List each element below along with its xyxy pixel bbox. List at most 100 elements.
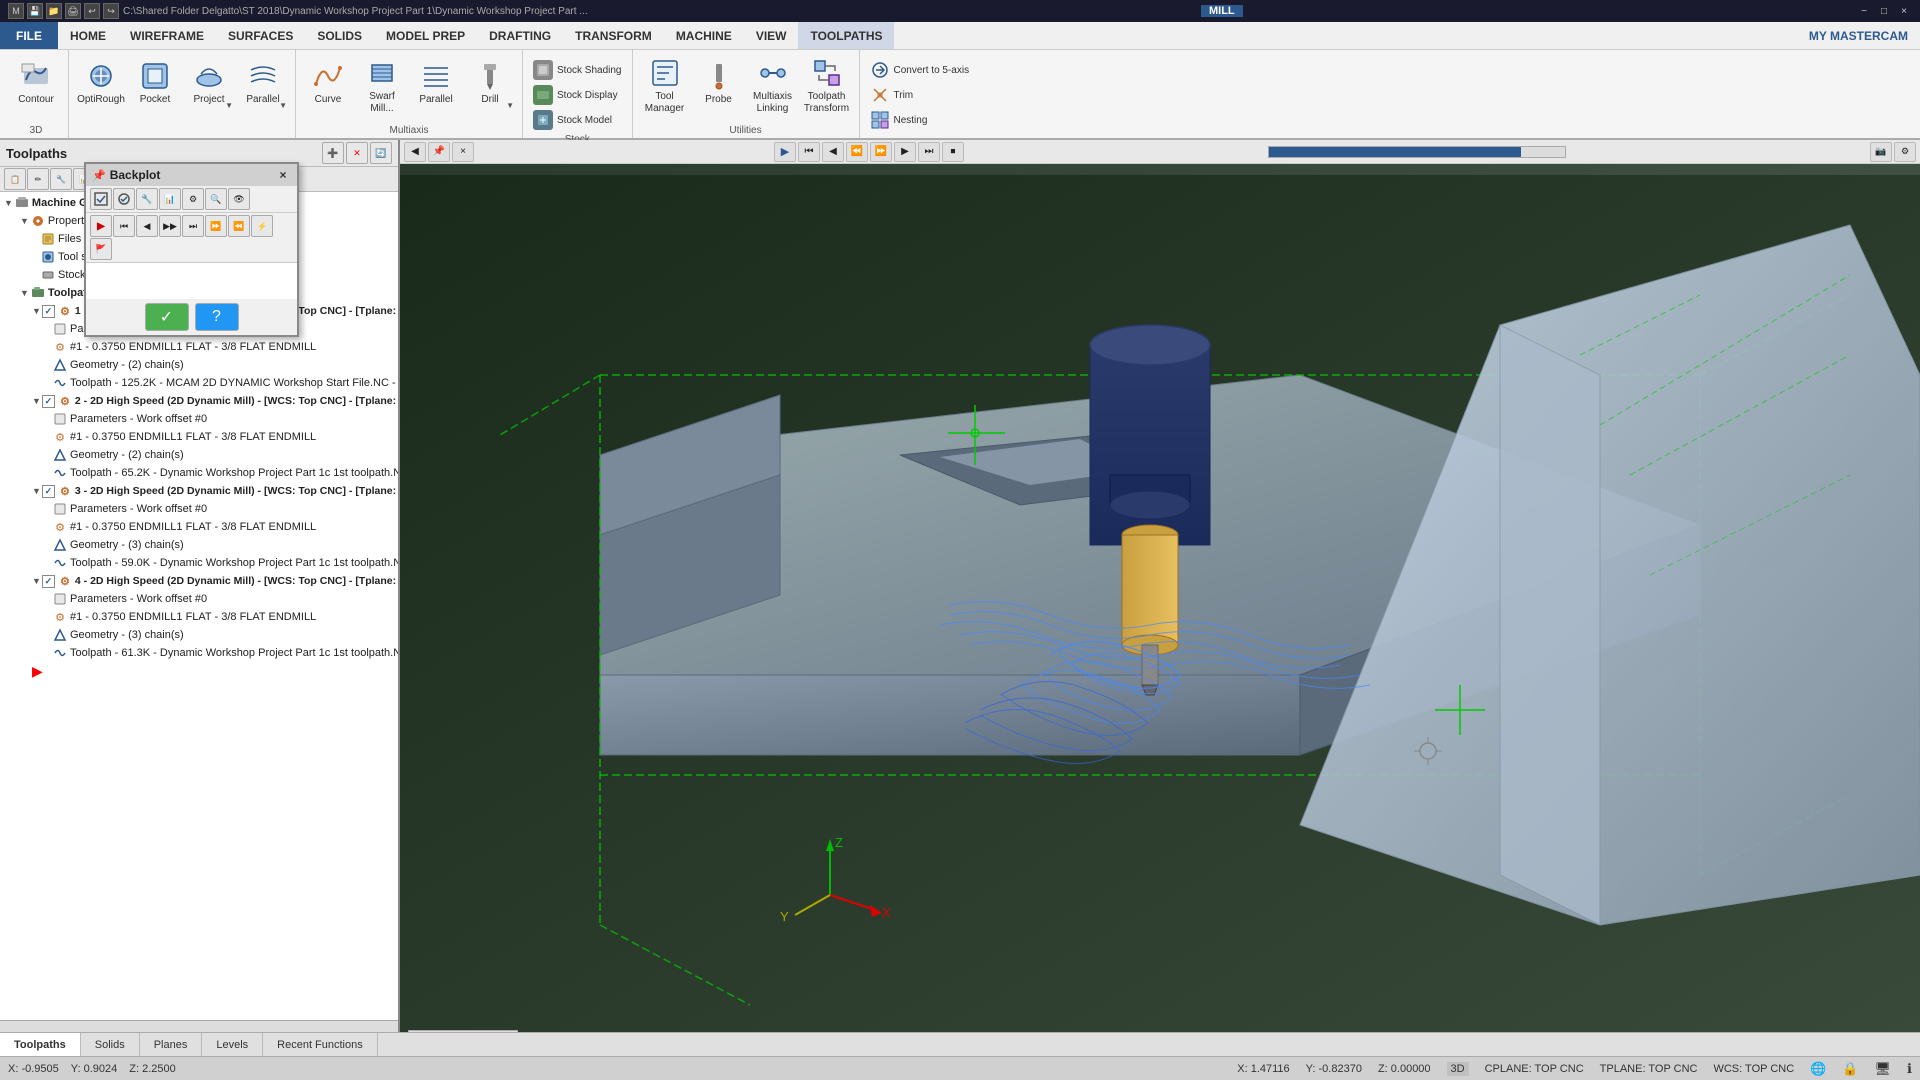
play-item[interactable]: ▶ — [0, 662, 398, 681]
menu-home[interactable]: HOME — [58, 22, 118, 49]
menu-machine[interactable]: MACHINE — [664, 22, 744, 49]
op3-toolpath[interactable]: Toolpath - 59.0K - Dynamic Workshop Proj… — [0, 554, 398, 572]
bp-view5[interactable]: ⏭ — [182, 215, 204, 237]
quick-save[interactable]: 💾 — [27, 3, 43, 19]
op1-check[interactable]: ✓ — [42, 305, 55, 318]
menu-surfaces[interactable]: SURFACES — [216, 22, 305, 49]
ribbon-btn-tool-manager[interactable]: Tool Manager — [639, 54, 691, 118]
vt-step-back[interactable]: ⏪ — [846, 142, 868, 162]
btab-recent-functions[interactable]: Recent Functions — [263, 1033, 378, 1056]
menu-transform[interactable]: TRANSFORM — [563, 22, 664, 49]
op4-geometry[interactable]: Geometry - (3) chain(s) — [0, 626, 398, 644]
btab-levels[interactable]: Levels — [202, 1033, 263, 1056]
bp-param1[interactable]: 🔧 — [136, 188, 158, 210]
op2-toolpath[interactable]: Toolpath - 65.2K - Dynamic Workshop Proj… — [0, 464, 398, 482]
tp-delete-button[interactable]: ✕ — [346, 142, 368, 164]
op2-geometry[interactable]: Geometry - (2) chain(s) — [0, 446, 398, 464]
op3-tool[interactable]: ⚙ #1 - 0.3750 ENDMILL1 FLAT - 3/8 FLAT E… — [0, 518, 398, 536]
btab-toolpaths[interactable]: Toolpaths — [0, 1033, 81, 1056]
tp-tool3[interactable]: 🔧 — [50, 168, 72, 190]
op3-geometry[interactable]: Geometry - (3) chain(s) — [0, 536, 398, 554]
tp-add-button[interactable]: ➕ — [322, 142, 344, 164]
menu-model-prep[interactable]: MODEL PREP — [374, 22, 477, 49]
bp-param5[interactable]: 👁 — [228, 188, 250, 210]
op4-tool[interactable]: ⚙ #1 - 0.3750 ENDMILL1 FLAT - 3/8 FLAT E… — [0, 608, 398, 626]
vt-back[interactable]: ◀ — [822, 142, 844, 162]
quick-print[interactable]: 🖨 — [65, 3, 81, 19]
op2-check[interactable]: ✓ — [42, 395, 55, 408]
viewport-canvas[interactable]: Z X Y Main Viewsheet ▼ — [400, 164, 1920, 1032]
ribbon-btn-stock-shading[interactable]: Stock Shading — [529, 58, 626, 82]
op1-tool[interactable]: ⚙ #1 - 0.3750 ENDMILL1 FLAT - 3/8 FLAT E… — [0, 338, 398, 356]
menu-toolpaths[interactable]: TOOLPATHS — [798, 22, 894, 49]
menu-file[interactable]: FILE — [0, 22, 58, 49]
op2-params[interactable]: Parameters - Work offset #0 — [0, 410, 398, 428]
ribbon-btn-contour[interactable]: Contour — [10, 54, 62, 112]
win-max[interactable]: □ — [1876, 3, 1892, 19]
bp-view6[interactable]: ⏩ — [205, 215, 227, 237]
ribbon-btn-convert-5axis[interactable]: Convert to 5-axis — [866, 58, 974, 82]
bp-select-one[interactable] — [113, 188, 135, 210]
op3-params[interactable]: Parameters - Work offset #0 — [0, 500, 398, 518]
vt-settings[interactable]: ⚙ — [1894, 142, 1916, 162]
ribbon-btn-drill[interactable]: Drill ▼ — [464, 54, 516, 112]
menu-view[interactable]: VIEW — [744, 22, 799, 49]
bp-wire[interactable]: ⚡ — [251, 215, 273, 237]
bp-view7[interactable]: ⏪ — [228, 215, 250, 237]
quick-open[interactable]: 📁 — [46, 3, 62, 19]
vt-pin[interactable]: 📌 — [428, 142, 450, 162]
status-info-icon[interactable]: ℹ — [1907, 1061, 1912, 1077]
vt-end[interactable]: ⏭ — [918, 142, 940, 162]
tree-scrollbar-h[interactable] — [0, 1020, 398, 1032]
vt-rewind[interactable]: ⏮ — [798, 142, 820, 162]
bp-param4[interactable]: 🔍 — [205, 188, 227, 210]
op2-tool[interactable]: ⚙ #1 - 0.3750 ENDMILL1 FLAT - 3/8 FLAT E… — [0, 428, 398, 446]
menu-drafting[interactable]: DRAFTING — [477, 22, 563, 49]
backplot-pin-icon[interactable]: 📌 — [92, 169, 106, 182]
bp-param2[interactable]: 📊 — [159, 188, 181, 210]
bp-view2[interactable]: ⏮ — [113, 215, 135, 237]
menu-solids[interactable]: SOLIDS — [305, 22, 374, 49]
vt-play[interactable]: ▶ — [774, 142, 796, 162]
ribbon-btn-stock-model[interactable]: Stock Model — [529, 108, 626, 132]
ribbon-btn-probe[interactable]: Probe — [693, 54, 745, 112]
ribbon-btn-trim[interactable]: Trim — [866, 83, 974, 107]
ribbon-btn-nesting[interactable]: Nesting — [866, 108, 974, 132]
op1-geometry[interactable]: Geometry - (2) chain(s) — [0, 356, 398, 374]
op3-item[interactable]: ▼ ✓ ⚙ 3 - 2D High Speed (2D Dynamic Mill… — [0, 482, 398, 500]
bp-flag[interactable]: 🚩 — [90, 238, 112, 260]
ribbon-btn-pocket[interactable]: Pocket — [129, 54, 181, 112]
tp-regen-button[interactable]: 🔄 — [370, 142, 392, 164]
ribbon-btn-toolpath-transform[interactable]: Toolpath Transform — [801, 54, 853, 118]
bp-view1[interactable]: ▶ — [90, 215, 112, 237]
backplot-help-button[interactable]: ? — [195, 303, 239, 331]
op1-toolpath[interactable]: Toolpath - 125.2K - MCAM 2D DYNAMIC Work… — [0, 374, 398, 392]
backplot-close-button[interactable]: × — [275, 167, 291, 183]
op4-check[interactable]: ✓ — [42, 575, 55, 588]
ribbon-btn-curve[interactable]: Curve — [302, 54, 354, 112]
vt-fwd[interactable]: ▶ — [894, 142, 916, 162]
tp-tool2[interactable]: ✏ — [27, 168, 49, 190]
op4-params[interactable]: Parameters - Work offset #0 — [0, 590, 398, 608]
vt-progress-bar[interactable] — [1268, 146, 1566, 158]
btab-solids[interactable]: Solids — [81, 1033, 140, 1056]
vt-collapse[interactable]: ◀ — [404, 142, 426, 162]
op3-check[interactable]: ✓ — [42, 485, 55, 498]
backplot-ok-button[interactable]: ✓ — [145, 303, 189, 331]
menu-wireframe[interactable]: WIREFRAME — [118, 22, 216, 49]
ribbon-btn-parallel[interactable]: Parallel ▼ — [237, 54, 289, 112]
bp-view4[interactable]: ▶▶ — [159, 215, 181, 237]
status-network-icon[interactable]: 🔒 — [1842, 1061, 1858, 1077]
ribbon-btn-swarf[interactable]: Swarf Mill... — [356, 54, 408, 118]
btab-planes[interactable]: Planes — [140, 1033, 203, 1056]
status-screen-icon[interactable]: 🖥 — [1875, 1061, 1892, 1077]
ribbon-btn-stock-display[interactable]: Stock Display — [529, 83, 626, 107]
vt-close[interactable]: × — [452, 142, 474, 162]
ribbon-btn-parallel2[interactable]: Parallel — [410, 54, 462, 112]
op2-item[interactable]: ▼ ✓ ⚙ 2 - 2D High Speed (2D Dynamic Mill… — [0, 392, 398, 410]
win-close[interactable]: × — [1896, 3, 1912, 19]
ribbon-btn-project[interactable]: Project ▼ — [183, 54, 235, 112]
ribbon-btn-optirough[interactable]: OptiRough — [75, 54, 127, 112]
undo[interactable]: ↩ — [84, 3, 100, 19]
op4-toolpath[interactable]: Toolpath - 61.3K - Dynamic Workshop Proj… — [0, 644, 398, 662]
